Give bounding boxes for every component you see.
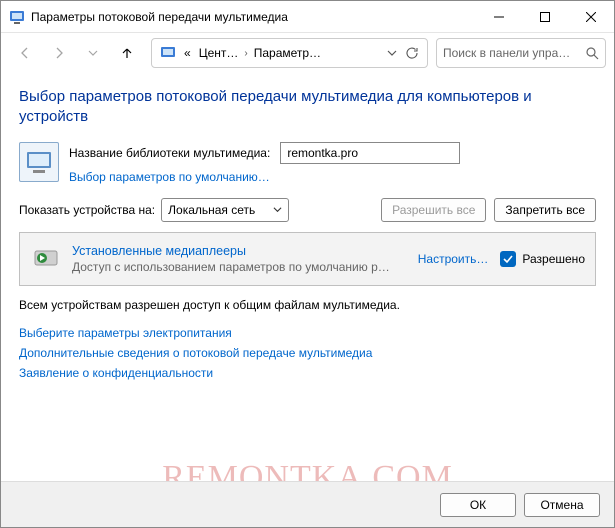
library-row: Название библиотеки мультимедиа: Выбор п… xyxy=(19,142,596,184)
page-heading: Выбор параметров потоковой передачи муль… xyxy=(19,87,596,128)
device-title: Установленные медиаплееры xyxy=(72,244,390,258)
allowed-checkbox[interactable] xyxy=(500,251,516,267)
address-bar[interactable]: « Цент… › Параметр… xyxy=(151,38,428,68)
breadcrumb-seg-2[interactable]: Параметр… xyxy=(250,46,325,60)
window-controls xyxy=(476,1,614,32)
refresh-icon[interactable] xyxy=(405,46,419,60)
search-icon xyxy=(585,46,599,60)
more-info-link[interactable]: Дополнительные сведения о потоковой пере… xyxy=(19,346,596,360)
device-subtitle: Доступ с использованием параметров по ум… xyxy=(72,260,390,274)
library-name-label: Название библиотеки мультимедиа: xyxy=(69,146,270,160)
library-icon xyxy=(19,142,59,182)
chevron-right-icon[interactable]: › xyxy=(242,48,249,59)
content-area: Выбор параметров потоковой передачи муль… xyxy=(1,73,614,380)
media-options-icon xyxy=(9,9,25,25)
chevron-down-icon[interactable] xyxy=(387,48,397,58)
window-title: Параметры потоковой передачи мультимедиа xyxy=(31,10,476,24)
show-devices-label: Показать устройства на: xyxy=(19,203,155,217)
search-placeholder: Поиск в панели упра… xyxy=(443,46,585,60)
network-select[interactable]: Локальная сеть xyxy=(161,198,289,222)
device-icon xyxy=(30,243,62,275)
status-text: Всем устройствам разрешен доступ к общим… xyxy=(19,298,596,312)
footer-links: Выберите параметры электропитания Дополн… xyxy=(19,326,596,380)
defaults-link[interactable]: Выбор параметров по умолчанию… xyxy=(69,170,460,184)
minimize-button[interactable] xyxy=(476,1,522,32)
chevron-down-icon xyxy=(273,205,282,214)
block-all-button[interactable]: Запретить все xyxy=(494,198,596,222)
privacy-link[interactable]: Заявление о конфиденциальности xyxy=(19,366,596,380)
bottom-bar: ОК Отмена xyxy=(1,481,614,527)
network-select-value: Локальная сеть xyxy=(168,203,255,217)
nav-toolbar: « Цент… › Параметр… Поиск в панели упра… xyxy=(1,33,614,73)
show-devices-row: Показать устройства на: Локальная сеть Р… xyxy=(19,198,596,222)
titlebar: Параметры потоковой передачи мультимедиа xyxy=(1,1,614,33)
maximize-button[interactable] xyxy=(522,1,568,32)
up-button[interactable] xyxy=(111,37,143,69)
ok-button[interactable]: ОК xyxy=(440,493,516,517)
allowed-checkbox-wrap[interactable]: Разрешено xyxy=(500,251,585,267)
cancel-button[interactable]: Отмена xyxy=(524,493,600,517)
address-controls xyxy=(387,46,423,60)
close-button[interactable] xyxy=(568,1,614,32)
breadcrumb-prefix: « xyxy=(180,46,195,60)
location-icon xyxy=(160,45,176,61)
library-name-input[interactable] xyxy=(280,142,460,164)
forward-button[interactable] xyxy=(43,37,75,69)
back-button[interactable] xyxy=(9,37,41,69)
device-item[interactable]: Установленные медиаплееры Доступ с испол… xyxy=(19,232,596,286)
recent-dropdown[interactable] xyxy=(77,37,109,69)
allow-all-button[interactable]: Разрешить все xyxy=(381,198,486,222)
allowed-label: Разрешено xyxy=(522,252,585,266)
search-box[interactable]: Поиск в панели упра… xyxy=(436,38,606,68)
power-options-link[interactable]: Выберите параметры электропитания xyxy=(19,326,596,340)
configure-link[interactable]: Настроить… xyxy=(418,252,489,266)
breadcrumb-seg-1[interactable]: Цент… xyxy=(195,46,243,60)
